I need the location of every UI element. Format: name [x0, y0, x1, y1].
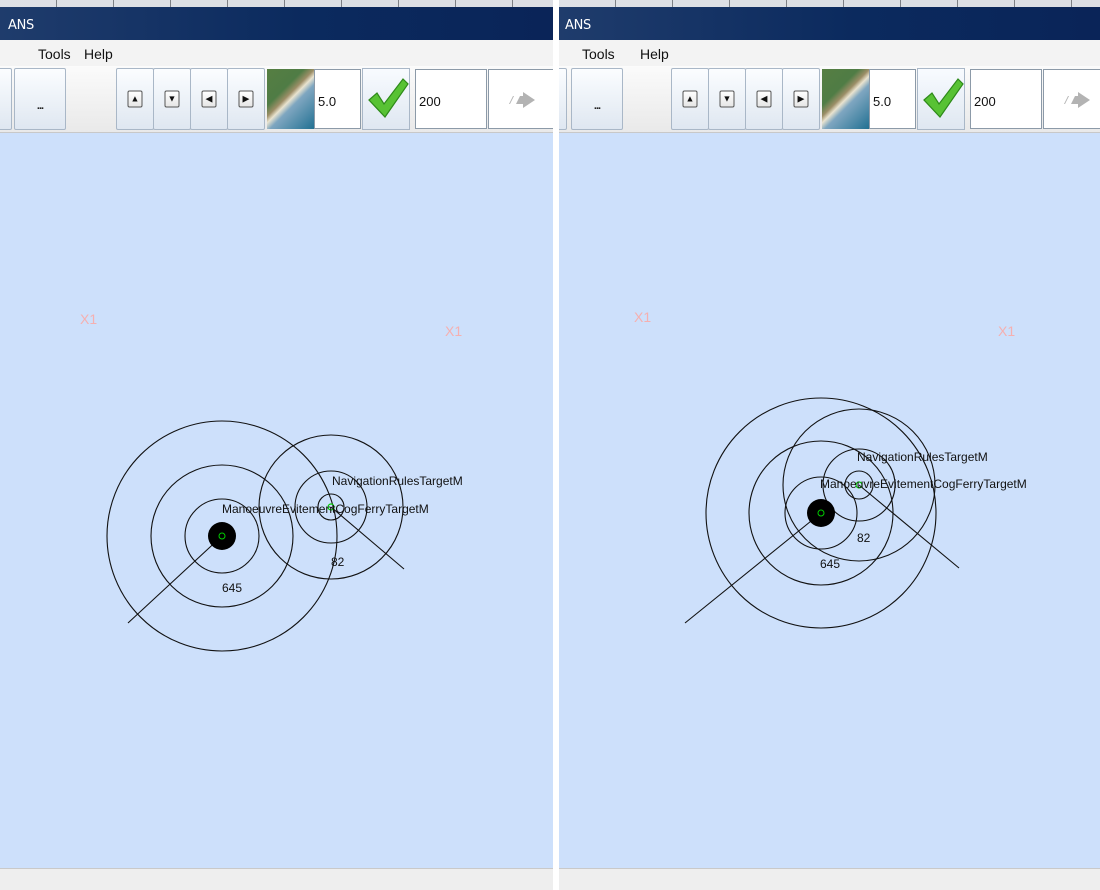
status-bar [559, 868, 1100, 890]
target-label-navigation: NavigationRulesTargetM [857, 450, 988, 464]
menu-bar: Tools Help [559, 40, 1100, 66]
waypoint-marker[interactable]: X1 [80, 311, 97, 327]
checkmark-icon [368, 78, 409, 118]
more-button-label: ... [36, 100, 44, 112]
window-title: ANS [565, 18, 591, 33]
scroll-left-button[interactable]: ◀ [745, 68, 783, 130]
zoom-field[interactable]: 5.0 [314, 69, 361, 129]
title-ruler [0, 0, 553, 7]
apply-button[interactable] [917, 68, 965, 130]
waypoint-marker[interactable]: X1 [998, 323, 1015, 339]
heading-vector [127, 535, 223, 624]
right-window: ANS Tools Help ... ▲ ▼ ◀ ▶ 5.0 200 X1 X1… [559, 0, 1100, 890]
toolbar: ... ▲ ▼ ◀ ▶ 5.0 200 [559, 66, 1100, 133]
target-label-navigation: NavigationRulesTargetM [332, 474, 463, 488]
checkmark-icon [923, 78, 964, 118]
arrow-right-icon: ▶ [238, 90, 254, 108]
menu-tools[interactable]: Tools [582, 46, 615, 62]
toolbar: ... ▲ ▼ ◀ ▶ 5.0 200 [0, 66, 553, 133]
waypoint-marker[interactable]: X1 [634, 309, 651, 325]
scroll-up-button[interactable]: ▲ [116, 68, 154, 130]
map-thumbnail[interactable] [267, 69, 315, 129]
map-thumbnail[interactable] [822, 69, 870, 129]
more-button-label: ... [593, 100, 601, 112]
go-button[interactable] [488, 69, 553, 129]
arrow-up-icon: ▲ [127, 90, 143, 108]
target-number: 82 [331, 555, 345, 569]
arrow-left-icon: ◀ [201, 90, 217, 108]
arrow-down-icon: ▼ [164, 90, 180, 108]
range-field[interactable]: 200 [970, 69, 1042, 129]
scroll-down-button[interactable]: ▼ [708, 68, 746, 130]
chart-map[interactable]: X1 X1 NavigationRulesTargetM ManoeuvreEv… [0, 133, 553, 868]
apply-button[interactable] [362, 68, 410, 130]
arrow-left-icon: ◀ [756, 90, 772, 108]
scroll-right-button[interactable]: ▶ [227, 68, 265, 130]
scroll-down-button[interactable]: ▼ [153, 68, 191, 130]
arrow-down-icon: ▼ [719, 90, 735, 108]
forward-arrows-icon [503, 92, 535, 108]
scroll-left-button[interactable]: ◀ [190, 68, 228, 130]
menu-help[interactable]: Help [640, 46, 669, 62]
title-bar: ANS [559, 0, 1100, 40]
map-canvas: X1 X1 NavigationRulesTargetM ManoeuvreEv… [80, 311, 463, 652]
status-bar [0, 868, 553, 890]
menu-bar: Tools Help [0, 40, 553, 66]
map-canvas: X1 X1 NavigationRulesTargetM ManoeuvreEv… [634, 309, 1027, 629]
heading-vector [858, 484, 960, 569]
own-ship[interactable] [807, 499, 835, 527]
arrow-right-icon: ▶ [793, 90, 809, 108]
target-number: 82 [857, 531, 871, 545]
left-window: ANS Tools Help ... ▲ ▼ ◀ ▶ 5.0 200 X1 X1… [0, 0, 553, 890]
more-button[interactable]: ... [14, 68, 66, 130]
more-button[interactable]: ... [571, 68, 623, 130]
range-field[interactable]: 200 [415, 69, 487, 129]
heading-vector [684, 512, 822, 624]
target-label-manoeuvre: ManoeuvreEvitementCogFerryTargetM [820, 477, 1027, 491]
own-ship-number: 645 [820, 557, 840, 571]
menu-help[interactable]: Help [84, 46, 113, 62]
partial-button[interactable] [0, 68, 12, 130]
waypoint-marker[interactable]: X1 [445, 323, 462, 339]
own-ship[interactable] [208, 522, 236, 550]
zoom-field[interactable]: 5.0 [869, 69, 916, 129]
window-title: ANS [8, 18, 34, 33]
arrow-up-icon: ▲ [682, 90, 698, 108]
menu-tools[interactable]: Tools [38, 46, 71, 62]
chart-map[interactable]: X1 X1 NavigationRulesTargetM ManoeuvreEv… [559, 133, 1100, 868]
title-ruler [559, 0, 1100, 7]
scroll-right-button[interactable]: ▶ [782, 68, 820, 130]
partial-button[interactable] [559, 68, 567, 130]
scroll-up-button[interactable]: ▲ [671, 68, 709, 130]
own-ship-number: 645 [222, 581, 242, 595]
target-label-manoeuvre: ManoeuvreEvitementCogFerryTargetM [222, 502, 429, 516]
title-bar: ANS [0, 0, 553, 40]
forward-arrows-icon [1058, 92, 1090, 108]
go-button[interactable] [1043, 69, 1100, 129]
